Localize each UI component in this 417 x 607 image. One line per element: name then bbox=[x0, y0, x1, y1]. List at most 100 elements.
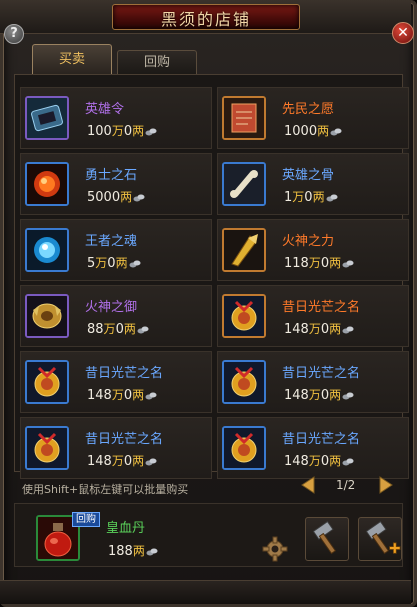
silver-coin-icon bbox=[145, 458, 157, 466]
shop-item-slot[interactable]: 火神之御 88万0两 bbox=[20, 285, 212, 347]
tab-buy-sell[interactable]: 买卖 bbox=[32, 44, 112, 74]
item-name: 勇士之石 bbox=[85, 168, 138, 183]
next-page-arrow-icon[interactable] bbox=[376, 475, 394, 495]
past-glory-medal-icon[interactable] bbox=[222, 426, 266, 470]
price-unit: 万 bbox=[111, 388, 124, 402]
price-number: 148 bbox=[284, 388, 309, 403]
price-unit: 万 bbox=[308, 322, 321, 336]
past-glory-medal-icon[interactable] bbox=[222, 294, 266, 338]
item-price: 100万0两 bbox=[87, 122, 157, 139]
silver-coin-icon bbox=[145, 128, 157, 136]
help-button[interactable]: ? bbox=[4, 24, 24, 44]
silver-coin-icon bbox=[342, 392, 354, 400]
buyback-price-number: 188 bbox=[108, 544, 133, 559]
price-unit: 两 bbox=[312, 190, 325, 204]
price-number: 148 bbox=[284, 322, 309, 337]
price-number: 0 bbox=[123, 454, 133, 469]
silver-coin-icon bbox=[342, 458, 354, 466]
price-number: 100 bbox=[87, 124, 112, 139]
warrior-stone-icon[interactable] bbox=[25, 162, 69, 206]
price-unit: 万 bbox=[308, 256, 321, 270]
prev-page-arrow-icon[interactable] bbox=[300, 475, 318, 495]
hero-bone-icon[interactable] bbox=[222, 162, 266, 206]
buyback-badge: 回购 bbox=[72, 512, 100, 527]
item-name: 昔日光芒之名 bbox=[282, 300, 361, 315]
price-unit: 两 bbox=[132, 388, 145, 402]
price-number: 0 bbox=[320, 388, 330, 403]
repair-button[interactable] bbox=[305, 517, 349, 561]
price-number: 0 bbox=[320, 454, 330, 469]
shop-item-slot[interactable]: 昔日光芒之名 148万0两 bbox=[217, 351, 409, 413]
price-number: 148 bbox=[87, 454, 112, 469]
repair-all-button[interactable] bbox=[358, 517, 402, 561]
fire-god-guard-icon[interactable] bbox=[25, 294, 69, 338]
shop-item-slot[interactable]: 英雄令 100万0两 bbox=[20, 87, 212, 149]
past-glory-medal-icon[interactable] bbox=[25, 426, 69, 470]
price-unit: 两 bbox=[132, 124, 145, 138]
shop-item-slot[interactable]: 昔日光芒之名 148万0两 bbox=[20, 417, 212, 479]
silver-coin-icon bbox=[129, 260, 141, 268]
king-soul-icon[interactable] bbox=[25, 228, 69, 272]
buyback-item-price: 188两 bbox=[108, 542, 158, 559]
repair-all-hammer-icon bbox=[365, 520, 401, 555]
fire-god-power-icon[interactable] bbox=[222, 228, 266, 272]
window-footer bbox=[0, 580, 411, 604]
item-name: 火神之御 bbox=[85, 300, 138, 315]
price-number: 0 bbox=[107, 256, 116, 271]
past-glory-medal-icon[interactable] bbox=[222, 360, 266, 404]
shop-item-slot[interactable]: 王者之魂 5万0两 bbox=[20, 219, 212, 281]
price-unit: 两 bbox=[120, 190, 133, 204]
item-name: 王者之魂 bbox=[85, 234, 138, 249]
item-name: 昔日光芒之名 bbox=[85, 432, 164, 447]
price-number: 0 bbox=[320, 322, 330, 337]
shop-item-slot[interactable]: 先民之愿 1000两 bbox=[217, 87, 409, 149]
price-number: 0 bbox=[320, 256, 330, 271]
item-name: 昔日光芒之名 bbox=[282, 432, 361, 447]
item-name: 英雄令 bbox=[85, 102, 125, 117]
close-button[interactable]: ✕ bbox=[392, 22, 414, 44]
shop-item-slot[interactable]: 勇士之石 5000两 bbox=[20, 153, 212, 215]
price-unit: 两 bbox=[115, 256, 128, 270]
item-name: 英雄之骨 bbox=[282, 168, 335, 183]
price-unit: 两 bbox=[329, 454, 342, 468]
item-price: 148万0两 bbox=[87, 386, 157, 403]
silver-coin-icon bbox=[137, 326, 149, 334]
price-number: 0 bbox=[123, 124, 133, 139]
ancestor-scroll-icon[interactable] bbox=[222, 96, 266, 140]
item-price: 5万0两 bbox=[87, 254, 141, 271]
shop-item-slot[interactable]: 英雄之骨 1万0两 bbox=[217, 153, 409, 215]
silver-coin-icon bbox=[146, 548, 158, 556]
price-unit: 两 bbox=[329, 322, 342, 336]
item-price: 1000两 bbox=[284, 122, 342, 139]
price-number: 88 bbox=[87, 322, 104, 337]
item-price: 148万0两 bbox=[284, 452, 354, 469]
item-price: 5000两 bbox=[87, 188, 145, 205]
price-unit: 万 bbox=[292, 190, 305, 204]
shop-item-slot[interactable]: 火神之力 118万0两 bbox=[217, 219, 409, 281]
price-unit: 万 bbox=[103, 322, 116, 336]
buyback-price-unit: 两 bbox=[132, 544, 145, 558]
price-unit: 万 bbox=[95, 256, 108, 270]
tab-buyback[interactable]: 回购 bbox=[117, 50, 197, 74]
hero-token-icon[interactable] bbox=[25, 96, 69, 140]
past-glory-medal-icon[interactable] bbox=[25, 360, 69, 404]
buyback-item-name: 皇血丹 bbox=[106, 521, 146, 536]
price-unit: 万 bbox=[111, 124, 124, 138]
page-number: 1/2 bbox=[336, 478, 356, 492]
silver-coin-icon bbox=[133, 194, 145, 202]
settings-gear-icon[interactable] bbox=[262, 536, 288, 562]
price-unit: 两 bbox=[329, 256, 342, 270]
shop-item-slot[interactable]: 昔日光芒之名 148万0两 bbox=[20, 351, 212, 413]
shop-item-slot[interactable]: 昔日光芒之名 148万0两 bbox=[217, 417, 409, 479]
price-number: 148 bbox=[284, 454, 309, 469]
price-unit: 两 bbox=[317, 124, 330, 138]
item-name: 昔日光芒之名 bbox=[282, 366, 361, 381]
price-number: 0 bbox=[123, 388, 133, 403]
item-price: 148万0两 bbox=[284, 320, 354, 337]
item-price: 1万0两 bbox=[284, 188, 338, 205]
shop-item-slot[interactable]: 昔日光芒之名 148万0两 bbox=[217, 285, 409, 347]
silver-coin-icon bbox=[342, 326, 354, 334]
price-number: 118 bbox=[284, 256, 309, 271]
silver-coin-icon bbox=[145, 392, 157, 400]
item-name: 火神之力 bbox=[282, 234, 335, 249]
